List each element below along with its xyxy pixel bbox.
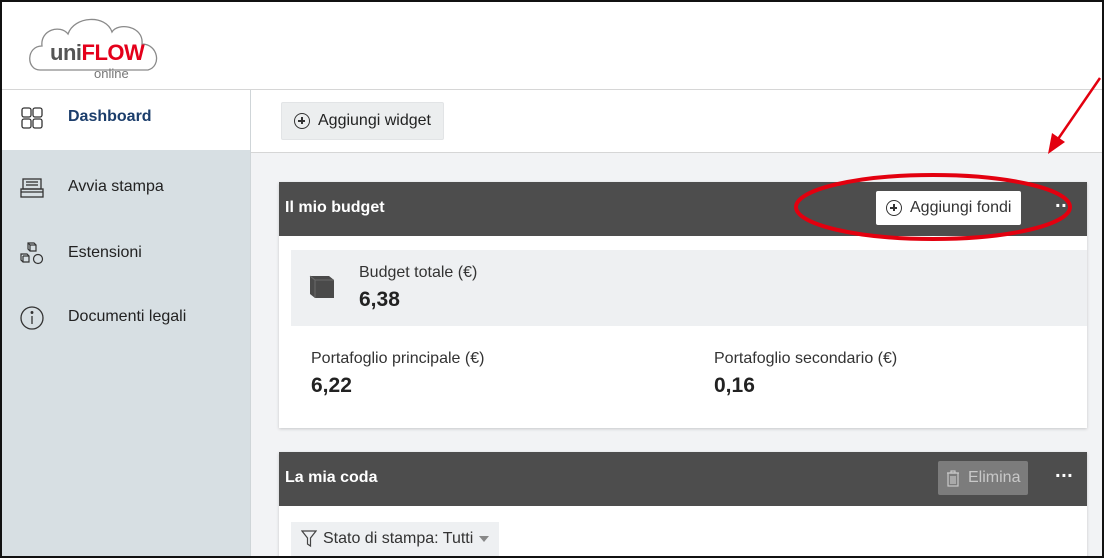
sidebar-item-label: Estensioni — [68, 244, 142, 261]
main-wallet-label: Portafoglio principale (€) — [311, 350, 485, 367]
logo-online-text: online — [94, 66, 129, 81]
budget-total-value: 6,38 — [359, 288, 400, 311]
budget-widget: Il mio budget Aggiungi fondi ··· Budget … — [279, 182, 1087, 428]
chevron-down-icon — [479, 536, 490, 542]
sidebar-item-label: Documenti legali — [68, 308, 187, 325]
printer-icon — [18, 174, 46, 202]
add-funds-label: Aggiungi fondi — [910, 199, 1012, 216]
sidebar-item-label: Dashboard — [68, 108, 152, 125]
queue-more-options-button[interactable]: ··· — [1055, 466, 1073, 485]
add-widget-label: Aggiungi widget — [318, 112, 431, 129]
main-wallet: Portafoglio principale (€) 6,22 — [311, 350, 484, 398]
sidebar-item-label: Avvia stampa — [68, 178, 164, 195]
secondary-wallet-label: Portafoglio secondario (€) — [714, 350, 898, 367]
sidebar-item-estensioni[interactable]: Estensioni — [2, 226, 250, 286]
sidebar-item-dashboard[interactable]: Dashboard — [2, 90, 250, 150]
main-wallet-value: 6,22 — [311, 374, 352, 397]
uniflow-logo[interactable]: uniFLOW online — [26, 10, 174, 90]
wallet-icon — [307, 272, 339, 306]
dashboard-grid-icon — [18, 104, 46, 132]
plus-circle-icon — [294, 113, 310, 129]
budget-widget-header: Il mio budget Aggiungi fondi ··· — [279, 182, 1087, 236]
trash-icon — [946, 469, 960, 487]
filter-icon — [301, 530, 317, 548]
filter-label: Stato di stampa: Tutti — [323, 530, 474, 547]
cubes-icon — [18, 240, 46, 268]
budget-widget-title: Il mio budget — [285, 199, 385, 216]
sidebar-item-documenti-legali[interactable]: Documenti legali — [2, 290, 250, 350]
info-circle-icon — [18, 304, 46, 332]
print-status-filter[interactable]: Stato di stampa: Tutti — [291, 522, 500, 556]
queue-widget-title: La mia coda — [285, 469, 378, 486]
queue-widget: La mia coda Elimina ··· Stato di stampa:… — [279, 452, 1087, 556]
logo-wordmark: uniFLOW — [50, 40, 145, 65]
app-window: uniFLOW online Dashboard Avvia stampa Es… — [0, 0, 1104, 558]
delete-label: Elimina — [968, 469, 1021, 486]
add-funds-button[interactable]: Aggiungi fondi — [876, 191, 1022, 225]
add-widget-button[interactable]: Aggiungi widget — [281, 102, 444, 140]
budget-total-panel: Budget totale (€) 6,38 — [291, 250, 1087, 326]
dashboard-toolbar: Aggiungi widget — [251, 90, 1102, 153]
plus-circle-icon — [886, 200, 902, 216]
queue-widget-header: La mia coda Elimina ··· — [279, 452, 1087, 506]
budget-more-options-button[interactable]: ··· — [1055, 196, 1073, 215]
secondary-wallet: Portafoglio secondario (€) 0,16 — [714, 350, 897, 398]
sidebar: Dashboard Avvia stampa Estensioni Docume… — [2, 90, 250, 556]
main-content: Aggiungi widget Il mio budget Aggiungi f… — [250, 90, 1102, 556]
sidebar-item-avvia-stampa[interactable]: Avvia stampa — [2, 160, 250, 220]
secondary-wallet-value: 0,16 — [714, 374, 755, 397]
budget-total-label: Budget totale (€) — [359, 264, 478, 281]
top-bar: uniFLOW online — [2, 2, 1102, 90]
delete-button[interactable]: Elimina — [938, 461, 1029, 495]
